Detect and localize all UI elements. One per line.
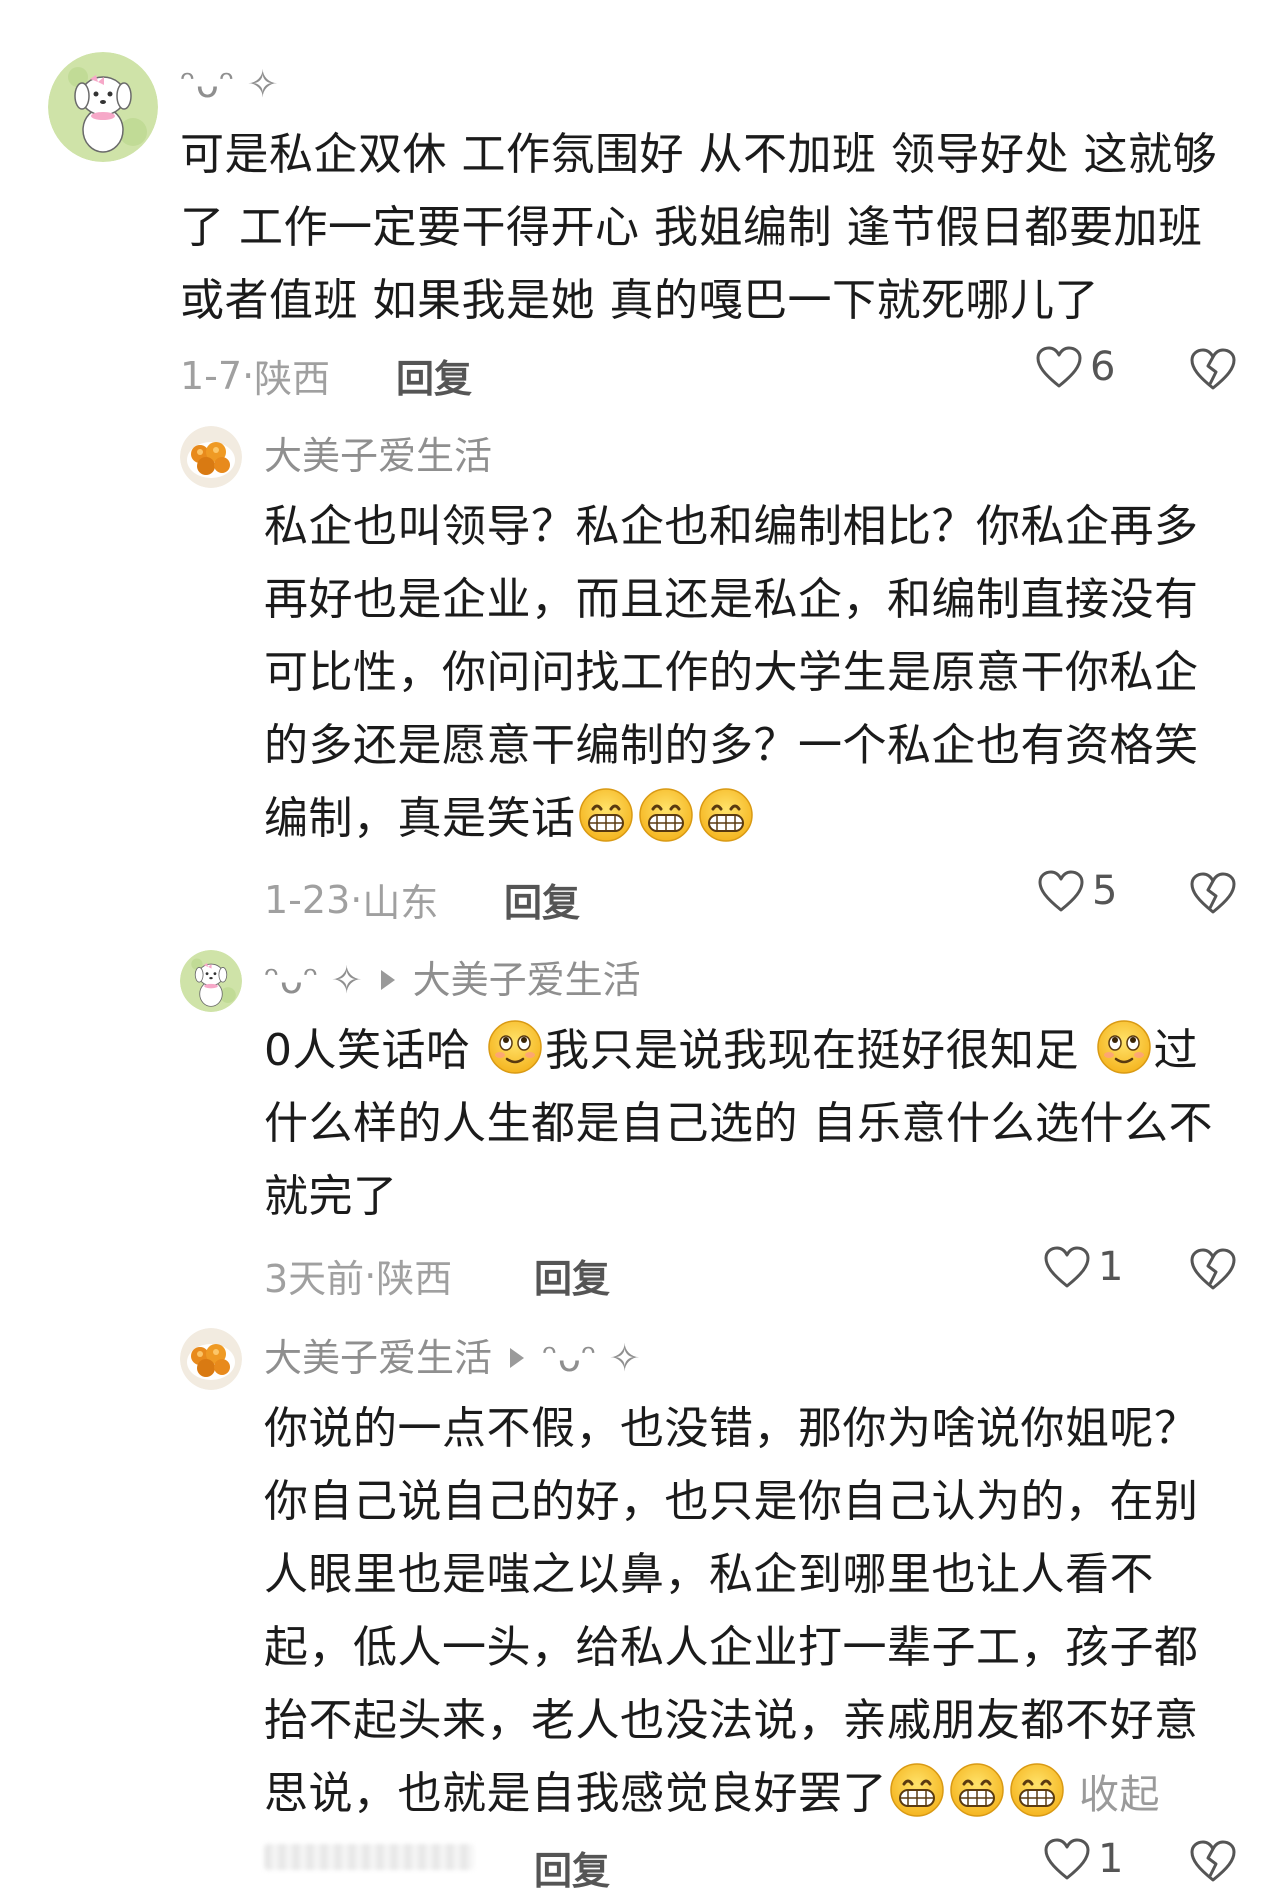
dislike-icon[interactable] (1188, 1838, 1238, 1884)
comment-line: 可比性，你问问找工作的大学生是原意干你私企 (264, 647, 1199, 698)
comment-line: 就完了 (264, 1171, 398, 1222)
reply-button[interactable]: 回复 (396, 348, 472, 403)
avatar[interactable] (180, 950, 242, 1012)
comment-line: 起，低人一头，给私人企业打一辈子工，孩子都 (264, 1622, 1199, 1673)
comment-location: 陕西 (254, 357, 331, 401)
heart-icon (1042, 1836, 1092, 1882)
reply-button[interactable]: 回复 (504, 872, 580, 927)
comment-date: 1-7 (180, 353, 243, 398)
dog-avatar-image (48, 52, 158, 162)
username-text: 大美子爱生活 (264, 1336, 493, 1380)
heart-icon (1042, 1244, 1092, 1290)
comment-meta: 3天前 · 陕西 (264, 1248, 452, 1303)
heart-icon (1036, 868, 1086, 914)
comment-line: 了 工作一定要干得开心 我姐编制 逢节假日都要加班 (180, 202, 1203, 253)
dislike-icon[interactable] (1188, 346, 1238, 392)
comment-line: 思说，也就是自我感觉良好罢了 收起 (264, 1757, 1264, 1832)
comment-meta: 1-7 · 陕西 (180, 348, 330, 403)
comment-text: 可是私企双休 工作氛围好 从不加班 领导好处 这就够 了 工作一定要干得开心 我… (180, 118, 1260, 337)
food-avatar-image (180, 1328, 242, 1390)
comment-line: 人眼里也是嗤之以鼻，私企到哪里也让人看不 (264, 1549, 1154, 1600)
smirk-emoji (487, 1019, 543, 1075)
username[interactable]: 大美子爱生活 ᵔᴗᵔ ✧ (264, 1334, 641, 1382)
like-button[interactable]: 1 (1042, 1836, 1123, 1882)
username-text: 大美子爱生活 (264, 434, 493, 478)
avatar[interactable] (48, 52, 158, 162)
dislike-icon[interactable] (1188, 1246, 1238, 1292)
comment-meta: 1-23 · 山东 (264, 872, 438, 927)
comment-meta (264, 1844, 474, 1870)
comment-line: 抬不起头来，老人也没法说，亲戚朋友都不好意 (264, 1695, 1199, 1746)
like-button[interactable]: 1 (1042, 1244, 1123, 1290)
comment-line: 或者值班 如果我是她 真的嘎巴一下就死哪儿了 (180, 275, 1099, 326)
comment-line: 再好也是企业，而且还是私企，和编制直接没有 (264, 574, 1199, 625)
smirk-emoji (1096, 1019, 1152, 1075)
like-count: 5 (1092, 868, 1118, 914)
avatar[interactable] (180, 1328, 242, 1390)
comment-date: 1-23 (264, 877, 351, 922)
grin-emoji (698, 787, 754, 843)
avatar[interactable] (180, 426, 242, 488)
comment-line: 0人笑话哈 我只是说我现在挺好很知足 过 (264, 1014, 1274, 1087)
comment-location: 山东 (362, 881, 439, 925)
comment-line: 可是私企双休 工作氛围好 从不加班 领导好处 这就够 (180, 129, 1217, 180)
username-text: ᵔᴗᵔ ✧ (180, 62, 279, 106)
grin-emoji (949, 1762, 1005, 1818)
grin-emoji (638, 787, 694, 843)
comment-date: 3天前 (264, 1257, 365, 1301)
comment-line: 什么样的人生都是自己选的 自乐意什么选什么不 (264, 1098, 1213, 1149)
comment-text: 你说的一点不假，也没错，那你为啥说你姐呢？ 你自己说自己的好，也只是你自己认为的… (264, 1392, 1264, 1832)
like-button[interactable]: 6 (1034, 344, 1115, 390)
food-avatar-image (180, 426, 242, 488)
like-button[interactable]: 5 (1036, 868, 1117, 914)
username[interactable]: ᵔᴗᵔ ✧ 大美子爱生活 (264, 956, 641, 1004)
grin-emoji (889, 1762, 945, 1818)
reply-arrow-icon (380, 970, 395, 990)
comment-line: 的多还是愿意干编制的多？一个私企也有资格笑 (264, 720, 1199, 771)
comment-line: 私企也叫领导？私企也和编制相比？你私企再多 (264, 501, 1199, 552)
comment-line: 你说的一点不假，也没错，那你为啥说你姐呢？ (264, 1403, 1199, 1454)
blurred-meta (264, 1844, 474, 1870)
like-count: 1 (1098, 1836, 1124, 1882)
username[interactable]: 大美子爱生活 (264, 432, 492, 480)
reply-button[interactable]: 回复 (534, 1248, 610, 1303)
reply-arrow-icon (510, 1348, 525, 1368)
comment-text: 0人笑话哈 我只是说我现在挺好很知足 过 什么样的人生都是自己选的 自乐意什么选… (264, 1014, 1274, 1233)
grin-emoji (578, 787, 634, 843)
reply-button[interactable]: 回复 (534, 1840, 610, 1895)
comment-line: 你自己说自己的好，也只是你自己认为的，在别 (264, 1476, 1199, 1527)
heart-icon (1034, 344, 1084, 390)
dog-avatar-image (180, 950, 242, 1012)
collapse-button[interactable]: 收起 (1079, 1772, 1160, 1818)
like-count: 1 (1098, 1244, 1124, 1290)
comment-text: 私企也叫领导？私企也和编制相比？你私企再多 再好也是企业，而且还是私企，和编制直… (264, 490, 1264, 855)
comment-line: 编制，真是笑话 (264, 782, 1264, 855)
reply-to-username[interactable]: ᵔᴗᵔ ✧ (542, 1334, 641, 1382)
username-text: ᵔᴗᵔ ✧ (264, 958, 363, 1002)
dislike-icon[interactable] (1188, 870, 1238, 916)
grin-emoji (1009, 1762, 1065, 1818)
reply-to-username[interactable]: 大美子爱生活 (413, 956, 641, 1004)
comment-location: 陕西 (376, 1257, 453, 1301)
username[interactable]: ᵔᴗᵔ ✧ (180, 60, 279, 108)
like-count: 6 (1090, 344, 1116, 390)
